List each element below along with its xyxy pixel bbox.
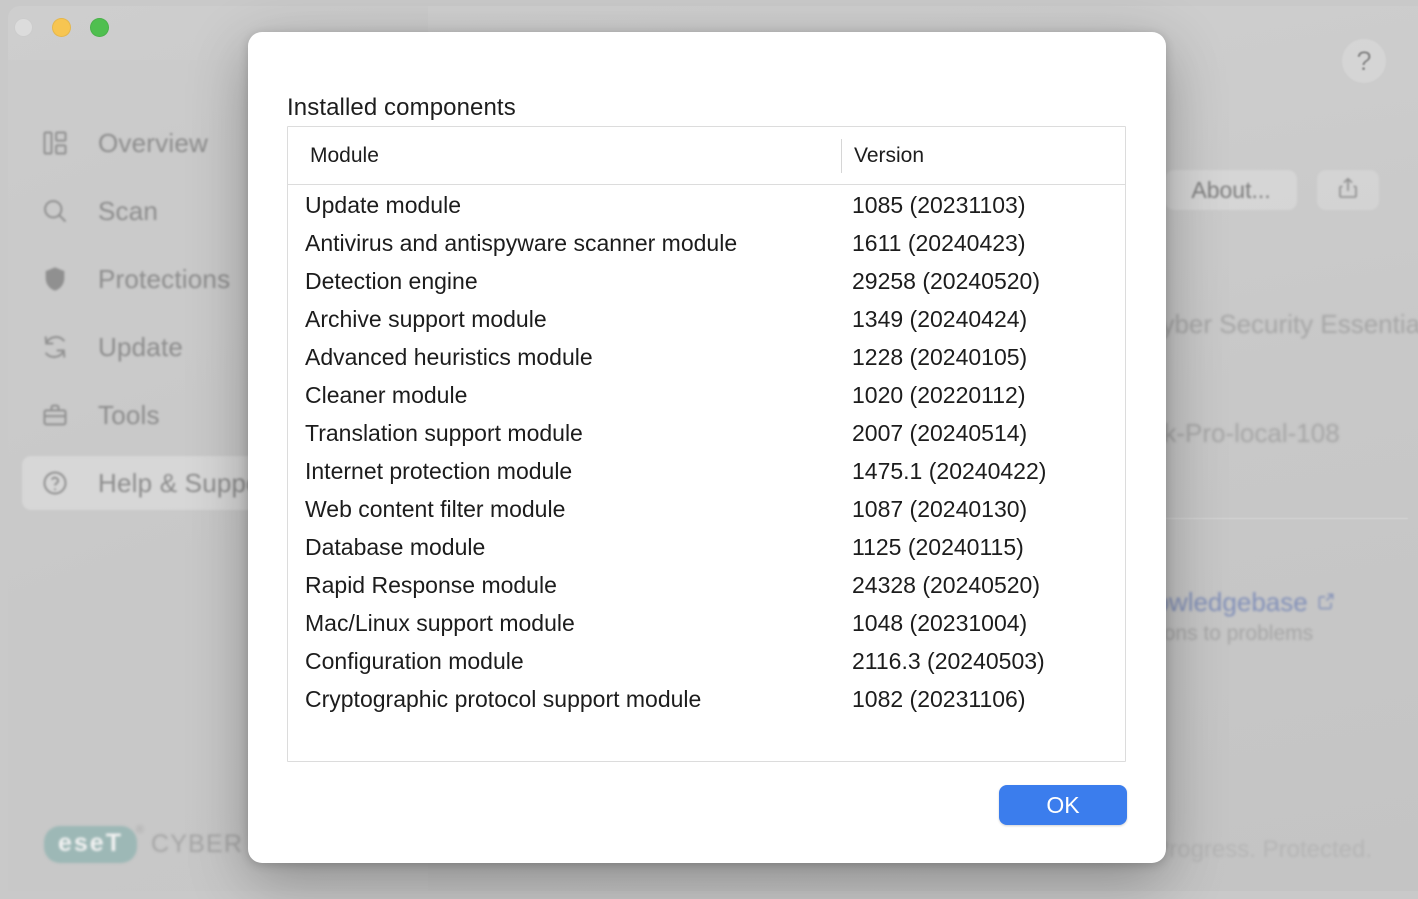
cell-module: Archive support module: [305, 306, 547, 333]
refresh-icon: [40, 332, 70, 362]
cell-version: 1082 (20231106): [852, 686, 1026, 713]
table-header-row: Module Version: [288, 127, 1125, 185]
cell-module: Antivirus and antispyware scanner module: [305, 230, 737, 257]
cell-module: Mac/Linux support module: [305, 610, 575, 637]
share-button[interactable]: [1317, 170, 1379, 210]
cell-version: 1125 (20240115): [852, 534, 1024, 561]
sidebar-item-label: Scan: [98, 196, 158, 227]
sidebar-item-label: Protections: [98, 264, 230, 295]
components-table: Module Version Update module 1085 (202311…: [287, 126, 1126, 762]
cell-version: 1087 (20240130): [852, 496, 1027, 523]
cell-version: 1349 (20240424): [852, 306, 1027, 333]
shield-icon: [40, 264, 70, 294]
traffic-light-controls: [14, 18, 109, 37]
cell-version: 29258 (20240520): [852, 268, 1040, 295]
cell-version: 2007 (20240514): [852, 420, 1027, 447]
about-button[interactable]: About...: [1165, 170, 1297, 210]
table-row[interactable]: Cryptographic protocol support module 108…: [288, 683, 1125, 721]
table-row[interactable]: Update module 1085 (20231103): [288, 189, 1125, 227]
table-row[interactable]: Detection engine 29258 (20240520): [288, 265, 1125, 303]
cell-module: Translation support module: [305, 420, 583, 447]
column-divider[interactable]: [841, 139, 842, 173]
cell-version: 1020 (20220112): [852, 382, 1026, 409]
sidebar-item-label: Overview: [98, 128, 208, 159]
cell-module: Configuration module: [305, 648, 524, 675]
cell-version: 1085 (20231103): [852, 192, 1026, 219]
search-icon: [40, 196, 70, 226]
external-link-icon: [1316, 587, 1336, 618]
cell-module: Detection engine: [305, 268, 478, 295]
dashboard-icon: [40, 128, 70, 158]
help-button[interactable]: ?: [1342, 39, 1386, 83]
eset-logo-mark: eseT ®: [44, 826, 137, 863]
toolbox-icon: [40, 400, 70, 430]
maximize-window-button[interactable]: [90, 18, 109, 37]
eset-logo-text: eseT: [58, 829, 123, 857]
ok-button[interactable]: OK: [999, 785, 1127, 825]
table-row[interactable]: Translation support module 2007 (20240514…: [288, 417, 1125, 455]
cell-module: Update module: [305, 192, 461, 219]
table-row[interactable]: Antivirus and antispyware scanner module…: [288, 227, 1125, 265]
cell-module: Database module: [305, 534, 485, 561]
cell-version: 1475.1 (20240422): [852, 458, 1046, 485]
registered-mark: ®: [136, 824, 146, 836]
help-circle-icon: [40, 468, 70, 498]
cell-version: 2116.3 (20240503): [852, 648, 1045, 675]
table-row[interactable]: Cleaner module 1020 (20220112): [288, 379, 1125, 417]
table-row[interactable]: Advanced heuristics module 1228 (20240105…: [288, 341, 1125, 379]
table-row[interactable]: Web content filter module 1087 (20240130): [288, 493, 1125, 531]
cell-version: 1048 (20231004): [852, 610, 1027, 637]
table-row[interactable]: Rapid Response module 24328 (20240520): [288, 569, 1125, 607]
cell-module: Cleaner module: [305, 382, 467, 409]
cell-version: 1228 (20240105): [852, 344, 1027, 371]
cell-module: Cryptographic protocol support module: [305, 686, 701, 713]
cell-module: Web content filter module: [305, 496, 565, 523]
sidebar-item-label: Tools: [98, 400, 160, 431]
table-body: Update module 1085 (20231103) Antivirus an…: [288, 185, 1125, 721]
table-row[interactable]: Mac/Linux support module 1048 (20231004): [288, 607, 1125, 645]
table-row[interactable]: Internet protection module 1475.1 (202404…: [288, 455, 1125, 493]
tagline: Progress. Protected.: [1153, 836, 1372, 864]
cell-module: Advanced heuristics module: [305, 344, 593, 371]
close-window-button[interactable]: [14, 18, 33, 37]
cell-version: 1611 (20240423): [852, 230, 1026, 257]
sidebar-item-label: Update: [98, 332, 183, 363]
table-row[interactable]: Database module 1125 (20240115): [288, 531, 1125, 569]
cell-module: Internet protection module: [305, 458, 572, 485]
column-header-version[interactable]: Version: [854, 144, 924, 168]
installed-components-dialog: Installed components Module Version Upda…: [248, 32, 1166, 863]
share-icon: [1336, 176, 1360, 205]
dialog-title: Installed components: [287, 94, 516, 122]
table-row[interactable]: Configuration module 2116.3 (20240503): [288, 645, 1125, 683]
column-header-module[interactable]: Module: [310, 144, 379, 168]
cell-version: 24328 (20240520): [852, 572, 1040, 599]
table-row[interactable]: Archive support module 1349 (20240424): [288, 303, 1125, 341]
minimize-window-button[interactable]: [52, 18, 71, 37]
cell-module: Rapid Response module: [305, 572, 557, 599]
